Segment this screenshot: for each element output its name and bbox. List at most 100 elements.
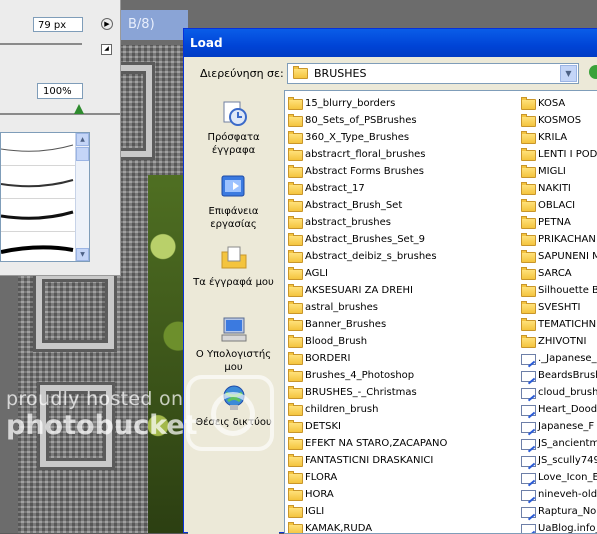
folder-item[interactable]: ZHIVOTNI <box>519 334 586 350</box>
place-label: Τα έγγραφά μου <box>193 277 274 288</box>
brush-file-item[interactable]: UaBlog.info_ <box>519 521 597 534</box>
dialog-title[interactable]: Load <box>184 29 597 57</box>
brush-file-item[interactable]: JS_scully749 <box>519 453 597 469</box>
opacity-field[interactable]: 100% <box>37 83 83 99</box>
file-name: FLORA <box>305 472 338 483</box>
folder-item[interactable]: Abstract Forms Brushes <box>286 164 424 180</box>
place-recent-documents[interactable]: Πρόσφατα έγγραφα <box>188 98 279 157</box>
brush-file-item[interactable]: Heart_Dood <box>519 402 597 418</box>
file-name: ZHIVOTNI <box>538 336 587 347</box>
folder-item[interactable]: children_brush <box>286 402 378 418</box>
folder-icon <box>288 199 303 212</box>
file-name: ._Japanese_ <box>538 353 597 364</box>
folder-item[interactable]: AKSESUARI ZA DREHI <box>286 283 413 299</box>
folder-item[interactable]: NAKITI <box>519 181 571 197</box>
resize-brush-icon[interactable]: ◢ <box>101 44 112 55</box>
place-desktop[interactable]: Επιφάνεια εργασίας <box>188 172 279 231</box>
file-list: 15_blurry_borders 80_Sets_of_PSBrushes 360… <box>284 90 597 534</box>
folder-icon <box>288 335 303 348</box>
folder-icon <box>288 301 303 314</box>
file-name: Silhouette B <box>538 285 597 296</box>
scroll-down-icon[interactable]: ▼ <box>76 248 89 261</box>
file-name: children_brush <box>305 404 379 415</box>
file-name: LENTI I POD <box>538 149 597 160</box>
place-label: Πρόσφατα έγγραφα <box>207 132 260 156</box>
brush-file-item[interactable]: Raptura_No <box>519 504 596 520</box>
folder-item[interactable]: IGLI <box>286 504 324 520</box>
folder-item[interactable]: Brushes_4_Photoshop <box>286 368 414 384</box>
panel-menu-button[interactable]: ▶ <box>101 18 113 30</box>
folder-item[interactable]: EFEKT NA STARO,ZACAPANO <box>286 436 447 452</box>
folder-item[interactable]: Banner_Brushes <box>286 317 386 333</box>
brush-size-field[interactable]: 79 px <box>33 17 83 32</box>
folder-icon <box>288 131 303 144</box>
folder-icon <box>288 114 303 127</box>
folder-item[interactable]: TEMATICHN <box>519 317 596 333</box>
file-name: KAMAK,RUDA <box>305 523 373 534</box>
file-name: NAKITI <box>538 183 571 194</box>
folder-item[interactable]: BORDERI <box>286 351 350 367</box>
folder-item[interactable]: AGLI <box>286 266 328 282</box>
brush-file-item[interactable]: Love_Icon_E <box>519 470 597 486</box>
scroll-up-icon[interactable]: ▲ <box>76 133 89 146</box>
folder-item[interactable]: OBLACI <box>519 198 575 214</box>
folder-item[interactable]: Silhouette B <box>519 283 597 299</box>
folder-item[interactable]: Abstract_deibiz_s_brushes <box>286 249 437 265</box>
folder-icon <box>288 97 303 110</box>
brush-file-item[interactable]: BeardsBrush <box>519 368 597 384</box>
chevron-down-icon[interactable]: ▼ <box>560 65 577 82</box>
folder-item[interactable]: FLORA <box>286 470 337 486</box>
folder-item[interactable]: FANTASTICNI DRASKANICI <box>286 453 433 469</box>
folder-item[interactable]: KRILA <box>519 130 567 146</box>
brush-panel: 79 px ▶ ◢ 100% ▲ ▼ <box>0 0 121 276</box>
look-in-dropdown[interactable]: BRUSHES ▼ <box>287 63 579 84</box>
folder-item[interactable]: LENTI I POD <box>519 147 597 163</box>
folder-item[interactable]: Blood_Brush <box>286 334 367 350</box>
folder-item[interactable]: Abstract_Brush_Set <box>286 198 402 214</box>
folder-icon <box>521 335 536 348</box>
folder-item[interactable]: PRIKACHAN <box>519 232 596 248</box>
folder-item[interactable]: 360_X_Type_Brushes <box>286 130 409 146</box>
brush-file-item[interactable]: nineveh-oldb <box>519 487 597 503</box>
look-in-value: BRUSHES <box>314 67 367 80</box>
file-name: Banner_Brushes <box>305 319 387 330</box>
brush-file-item[interactable]: cloud_brush <box>519 385 597 401</box>
folder-item[interactable]: DETSKI <box>286 419 341 435</box>
brush-file-item[interactable]: Japanese_F <box>519 419 594 435</box>
file-name: Blood_Brush <box>305 336 368 347</box>
opacity-slider-track[interactable] <box>0 113 120 115</box>
file-name: UaBlog.info_ <box>538 523 597 534</box>
folder-item[interactable]: SAPUNENI M <box>519 249 597 265</box>
folder-item[interactable]: Abstract_Brushes_Set_9 <box>286 232 425 248</box>
size-slider-track[interactable] <box>0 43 82 45</box>
look-in-label: Διερεύνηση σε: <box>200 67 284 80</box>
folder-item[interactable]: SARCA <box>519 266 572 282</box>
folder-item[interactable]: 80_Sets_of_PSBrushes <box>286 113 417 129</box>
brush-file-icon <box>521 354 536 365</box>
brush-file-item[interactable]: JS_ancientm <box>519 436 597 452</box>
folder-item[interactable]: 15_blurry_borders <box>286 96 395 112</box>
folder-item[interactable]: BRUSHES_-_Christmas <box>286 385 417 401</box>
folder-item[interactable]: MIGLI <box>519 164 566 180</box>
places-bar: Πρόσφατα έγγραφα Επιφάνεια εργασίας Τα έ… <box>188 90 279 534</box>
go-back-icon[interactable] <box>589 65 597 79</box>
brush-list-scrollbar[interactable]: ▲ ▼ <box>75 133 89 261</box>
scroll-thumb[interactable] <box>76 147 89 161</box>
folder-item[interactable]: KOSA <box>519 96 565 112</box>
brush-file-item[interactable]: ._Japanese_ <box>519 351 597 367</box>
folder-item[interactable]: abstracrt_floral_brushes <box>286 147 426 163</box>
folder-item[interactable]: astral_brushes <box>286 300 378 316</box>
folder-item[interactable]: PETNA <box>519 215 571 231</box>
folder-item[interactable]: Abstract_17 <box>286 181 365 197</box>
folder-item[interactable]: abstract_brushes <box>286 215 391 231</box>
folder-item[interactable]: KOSMOS <box>519 113 581 129</box>
file-name: Love_Icon_E <box>538 472 597 483</box>
file-name: PETNA <box>538 217 571 228</box>
opacity-slider-thumb[interactable] <box>74 104 84 114</box>
folder-item[interactable]: KAMAK,RUDA <box>286 521 373 534</box>
folder-item[interactable]: HORA <box>286 487 334 503</box>
place-my-computer[interactable]: Ο Υπολογιστής μου <box>188 315 279 374</box>
place-my-documents[interactable]: Τα έγγραφά μου <box>188 243 279 289</box>
folder-item[interactable]: SVESHTI <box>519 300 580 316</box>
file-name: Japanese_F <box>538 421 595 432</box>
